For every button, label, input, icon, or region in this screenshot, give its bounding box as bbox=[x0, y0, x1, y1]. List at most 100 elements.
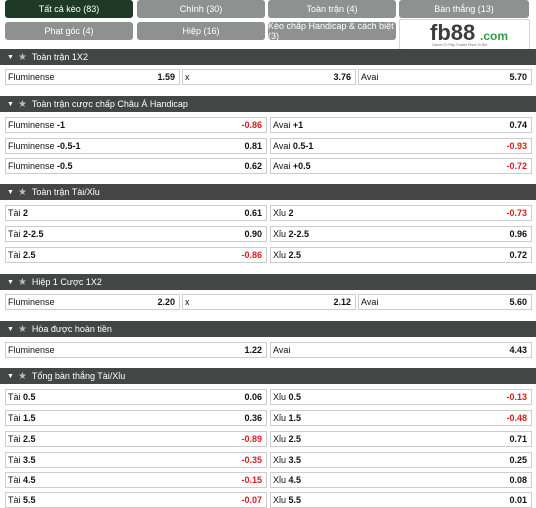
odds-cell[interactable]: Avai 5.70 bbox=[358, 69, 532, 85]
section-header-first-half-1x2[interactable]: ▼ ★ Hiệp 1 Cược 1X2 bbox=[0, 274, 536, 290]
odds-cell[interactable]: Avai 5.60 bbox=[358, 294, 532, 310]
selection-name: Xỉu 2 bbox=[273, 208, 294, 218]
tab-half[interactable]: Hiệp (16) bbox=[137, 22, 265, 40]
selection-name: x bbox=[185, 72, 190, 82]
odds-cell[interactable]: Tài 2 0.61 bbox=[5, 205, 267, 221]
odds-cell[interactable]: Xỉu 3.5 0.25 bbox=[270, 452, 532, 468]
odds-value: 0.96 bbox=[509, 229, 527, 239]
selection-name: Tài 3.5 bbox=[8, 455, 36, 465]
chevron-down-icon: ▼ bbox=[7, 53, 14, 61]
odds-cell[interactable]: Avai +1 0.74 bbox=[270, 117, 532, 133]
odds-value: 2.20 bbox=[157, 297, 175, 307]
selection-name: Avai bbox=[361, 72, 379, 82]
odds-cell[interactable]: Tài 0.5 0.06 bbox=[5, 389, 267, 405]
odds-cell[interactable]: x 2.12 bbox=[182, 294, 356, 310]
section-header-total-goals[interactable]: ▼ ★ Tổng bàn thắng Tài/Xỉu bbox=[0, 368, 536, 384]
selection-name: Xỉu 2.5 bbox=[273, 434, 302, 444]
odds-cell[interactable]: Xỉu 1.5 -0.48 bbox=[270, 410, 532, 426]
selection-name: Avai +1 bbox=[273, 120, 304, 130]
tab-main[interactable]: Chính (30) bbox=[137, 0, 265, 18]
odds-value: 0.08 bbox=[509, 475, 527, 485]
selection-name: Tài 1.5 bbox=[8, 413, 36, 423]
section-header-over-under[interactable]: ▼ ★ Toàn trận Tài/Xỉu bbox=[0, 184, 536, 200]
section-title: Toàn trận Tài/Xỉu bbox=[31, 187, 100, 197]
odds-value: -0.86 bbox=[241, 250, 262, 260]
chevron-down-icon: ▼ bbox=[7, 188, 14, 196]
section-title: Tổng bàn thắng Tài/Xỉu bbox=[31, 371, 126, 381]
odds-value: 5.70 bbox=[509, 72, 527, 82]
selection-name: Tài 2.5 bbox=[8, 250, 36, 260]
section-title: Toàn trận cược chấp Châu Á Handicap bbox=[31, 99, 188, 109]
selection-name: Fluminense -0.5 bbox=[8, 161, 73, 171]
selection-name: Avai +0.5 bbox=[273, 161, 311, 171]
chevron-down-icon: ▼ bbox=[7, 100, 14, 108]
odds-cell[interactable]: Xỉu 2-2.5 0.96 bbox=[270, 226, 532, 242]
odds-value: 0.72 bbox=[509, 250, 527, 260]
selection-name: Fluminense bbox=[8, 72, 55, 82]
odds-cell[interactable]: Fluminense -1 -0.86 bbox=[5, 117, 267, 133]
odds-cell[interactable]: Fluminense -0.5-1 0.81 bbox=[5, 138, 267, 154]
selection-name: Tài 2-2.5 bbox=[8, 229, 44, 239]
section-header-1x2[interactable]: ▼ ★ Toàn trận 1X2 bbox=[0, 49, 536, 65]
selection-name: Tài 2 bbox=[8, 208, 29, 218]
tab-handicap[interactable]: Kèo chấp Handicap & cách biệt (3) bbox=[268, 21, 396, 41]
section-header-draw-no-bet[interactable]: ▼ ★ Hòa được hoàn tiền bbox=[0, 321, 536, 337]
odds-cell[interactable]: Xỉu 2 -0.73 bbox=[270, 205, 532, 221]
section-header-asian-handicap[interactable]: ▼ ★ Toàn trận cược chấp Châu Á Handicap bbox=[0, 96, 536, 112]
odds-cell[interactable]: Tài 2.5 -0.89 bbox=[5, 431, 267, 447]
odds-value: 5.60 bbox=[509, 297, 527, 307]
odds-cell[interactable]: Xỉu 2.5 0.72 bbox=[270, 247, 532, 263]
tab-all-odds[interactable]: Tất cả kèo (83) bbox=[5, 0, 133, 18]
odds-cell[interactable]: Tài 5.5 -0.07 bbox=[5, 492, 267, 508]
star-icon[interactable]: ★ bbox=[18, 277, 27, 288]
odds-value: -0.48 bbox=[506, 413, 527, 423]
odds-cell[interactable]: Xỉu 0.5 -0.13 bbox=[270, 389, 532, 405]
logo-tagline: Games To Play Trusted Place To Bet bbox=[432, 43, 487, 47]
tab-full-match[interactable]: Toàn trận (4) bbox=[268, 0, 396, 18]
odds-cell[interactable]: Fluminense 1.59 bbox=[5, 69, 180, 85]
odds-cell[interactable]: Tài 3.5 -0.35 bbox=[5, 452, 267, 468]
star-icon[interactable]: ★ bbox=[18, 371, 27, 382]
odds-cell[interactable]: Xỉu 2.5 0.71 bbox=[270, 431, 532, 447]
odds-cell[interactable]: Fluminense 2.20 bbox=[5, 294, 180, 310]
odds-cell[interactable]: Tài 2-2.5 0.90 bbox=[5, 226, 267, 242]
odds-value: 0.71 bbox=[509, 434, 527, 444]
section-title: Toàn trận 1X2 bbox=[31, 52, 88, 62]
odds-cell[interactable]: Tài 1.5 0.36 bbox=[5, 410, 267, 426]
logo-main-text: fb88 bbox=[430, 21, 475, 45]
tab-goals[interactable]: Bàn thắng (13) bbox=[399, 0, 529, 18]
star-icon[interactable]: ★ bbox=[18, 324, 27, 335]
selection-name: Tài 4.5 bbox=[8, 475, 36, 485]
odds-value: 0.06 bbox=[244, 392, 262, 402]
odds-value: 1.59 bbox=[157, 72, 175, 82]
odds-value: -0.13 bbox=[506, 392, 527, 402]
selection-name: Xỉu 2-2.5 bbox=[273, 229, 310, 239]
selection-name: Fluminense -1 bbox=[8, 120, 66, 130]
chevron-down-icon: ▼ bbox=[7, 278, 14, 286]
selection-name: Avai 0.5-1 bbox=[273, 141, 314, 151]
odds-cell[interactable]: Fluminense -0.5 0.62 bbox=[5, 158, 267, 174]
selection-name: Fluminense bbox=[8, 345, 55, 355]
section-title: Hòa được hoàn tiền bbox=[31, 324, 112, 334]
odds-cell[interactable]: Tài 4.5 -0.15 bbox=[5, 472, 267, 488]
odds-value: -0.15 bbox=[241, 475, 262, 485]
tab-corners[interactable]: Phạt góc (4) bbox=[5, 22, 133, 40]
chevron-down-icon: ▼ bbox=[7, 325, 14, 333]
star-icon[interactable]: ★ bbox=[18, 99, 27, 110]
odds-cell[interactable]: Xỉu 5.5 0.01 bbox=[270, 492, 532, 508]
selection-name: Xỉu 1.5 bbox=[273, 413, 302, 423]
selection-name: Xỉu 5.5 bbox=[273, 495, 302, 505]
odds-cell[interactable]: Fluminense 1.22 bbox=[5, 342, 267, 358]
star-icon[interactable]: ★ bbox=[18, 187, 27, 198]
odds-cell[interactable]: x 3.76 bbox=[182, 69, 356, 85]
odds-cell[interactable]: Avai 4.43 bbox=[270, 342, 532, 358]
fb88-logo[interactable]: fb88 .com Games To Play Trusted Place To… bbox=[399, 19, 530, 50]
odds-value: 0.90 bbox=[244, 229, 262, 239]
star-icon[interactable]: ★ bbox=[18, 52, 27, 63]
odds-cell[interactable]: Avai +0.5 -0.72 bbox=[270, 158, 532, 174]
odds-value: -0.07 bbox=[241, 495, 262, 505]
odds-cell[interactable]: Tài 2.5 -0.86 bbox=[5, 247, 267, 263]
odds-cell[interactable]: Xỉu 4.5 0.08 bbox=[270, 472, 532, 488]
odds-cell[interactable]: Avai 0.5-1 -0.93 bbox=[270, 138, 532, 154]
selection-name: Xỉu 4.5 bbox=[273, 475, 302, 485]
